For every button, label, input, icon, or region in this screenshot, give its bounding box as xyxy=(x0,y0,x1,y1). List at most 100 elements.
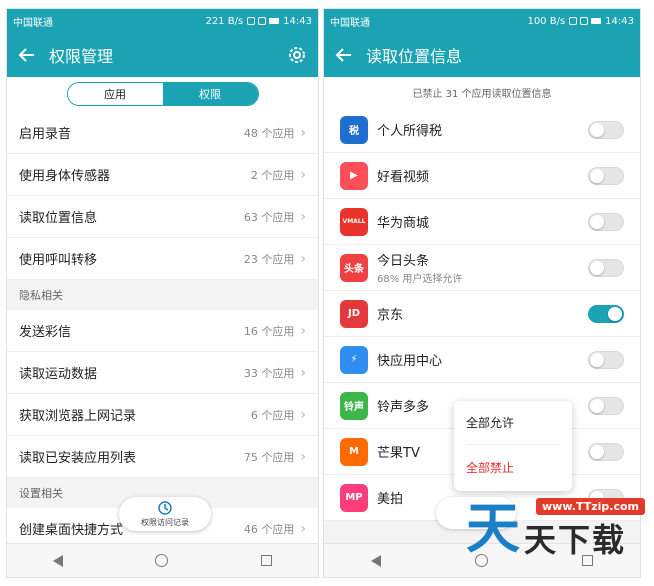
app-text: 快应用中心 xyxy=(377,350,588,369)
privacy-permission-list: 发送彩信 16 个应用 › 读取运动数据 33 个应用 › 获取浏览器上网记录 6 个应用 › 读… xyxy=(7,310,318,478)
permission-row[interactable]: 启用录音 48 个应用 › xyxy=(7,112,318,154)
nav-back-icon[interactable] xyxy=(53,554,64,567)
navigation-bar xyxy=(7,543,318,577)
app-permission-row: ▶ 好看视频 xyxy=(324,153,640,199)
page-title: 读取位置信息 xyxy=(366,47,463,66)
tab-permissions[interactable]: 权限 xyxy=(162,83,258,105)
app-bar: 权限管理 xyxy=(7,33,318,77)
location-toggle[interactable] xyxy=(588,166,624,185)
chevron-right-icon: › xyxy=(300,124,306,141)
access-history-button[interactable]: 权限访问记录 xyxy=(119,497,211,531)
permission-row[interactable]: 读取位置信息 63 个应用 › xyxy=(7,196,318,238)
chevron-right-icon: › xyxy=(300,364,306,381)
battery-icon xyxy=(591,18,602,24)
app-count: 2 个应用 xyxy=(250,168,295,182)
clock-time: 14:43 xyxy=(605,15,634,27)
permission-row[interactable]: 使用身体传感器 2 个应用 › xyxy=(7,154,318,196)
status-bar: 中国联通 100 B/s 14:43 xyxy=(324,9,640,33)
app-subtitle: 68% 用户选择允许 xyxy=(377,274,463,285)
toggle-knob xyxy=(590,168,604,183)
status-icons xyxy=(247,17,280,25)
watermark-url: www.TTzip.com xyxy=(536,498,645,515)
quickapp-app-icon: ⚡ xyxy=(340,345,368,374)
network-speed: 221 B/s xyxy=(205,15,244,27)
watermark-logo-text: 天下载 xyxy=(524,521,627,559)
blocked-summary: 已禁止 31 个应用读取位置信息 xyxy=(324,77,640,107)
wifi-icon xyxy=(580,17,589,25)
permission-label: 获取浏览器上网记录 xyxy=(19,409,137,424)
alarm-icon xyxy=(569,17,578,25)
chevron-right-icon: › xyxy=(300,250,306,267)
site-watermark: 天 天下载 www.TTzip.com xyxy=(466,492,645,574)
back-arrow-icon[interactable] xyxy=(332,43,356,67)
permission-label: 读取已安装应用列表 xyxy=(19,451,137,466)
location-toggle[interactable] xyxy=(588,212,624,231)
allow-all-menu-item[interactable]: 全部允许 xyxy=(466,401,560,445)
chevron-right-icon: › xyxy=(300,322,306,339)
permission-row[interactable]: 发送彩信 16 个应用 › xyxy=(7,310,318,352)
nav-home-icon[interactable] xyxy=(155,554,169,567)
bulk-action-menu: 全部允许 全部禁止 xyxy=(454,401,572,491)
permission-row[interactable]: 读取已安装应用列表 75 个应用 › xyxy=(7,436,318,478)
location-toggle[interactable] xyxy=(588,258,624,277)
carrier-label: 中国联通 xyxy=(13,17,53,29)
location-toggle[interactable] xyxy=(588,120,624,139)
status-icons xyxy=(569,17,602,25)
nav-recents-icon[interactable] xyxy=(260,555,272,566)
watermark-logo-glyph: 天 xyxy=(466,497,520,560)
app-count: 6 个应用 xyxy=(250,408,295,422)
app-permission-row: JD 京东 xyxy=(324,291,640,337)
segment-control-wrap: 应用 权限 xyxy=(7,77,318,112)
clock-icon xyxy=(158,500,172,515)
ringtone-app-icon: 铃声 xyxy=(340,391,368,420)
segment-control: 应用 权限 xyxy=(66,82,259,106)
permission-row[interactable]: 获取浏览器上网记录 6 个应用 › xyxy=(7,394,318,436)
app-text: 好看视频 xyxy=(377,166,588,185)
app-name: 好看视频 xyxy=(377,170,430,185)
chevron-right-icon: › xyxy=(300,520,306,537)
permission-label: 发送彩信 xyxy=(19,325,72,340)
permission-row[interactable]: 使用呼叫转移 23 个应用 › xyxy=(7,238,318,280)
app-name: 快应用中心 xyxy=(377,354,443,369)
location-toggle[interactable] xyxy=(588,304,624,323)
app-permission-row: 税个人所得税 xyxy=(324,107,640,153)
tab-apps[interactable]: 应用 xyxy=(67,83,163,105)
permission-row[interactable]: 读取运动数据 33 个应用 › xyxy=(7,352,318,394)
toggle-knob xyxy=(590,444,604,459)
app-text: 华为商城 xyxy=(377,212,588,231)
app-count: 23 个应用 xyxy=(243,252,295,266)
app-permission-row: VMALL 华为商城 xyxy=(324,199,640,245)
location-toggle[interactable] xyxy=(588,350,624,369)
carrier-label: 中国联通 xyxy=(330,17,370,29)
permission-manager-screen: 中国联通 221 B/s 14:43 权限管理 应用 权限 启用录音 48 个应用… xyxy=(6,8,319,578)
toggle-knob xyxy=(590,398,604,413)
alarm-icon xyxy=(247,17,256,25)
toggle-knob xyxy=(590,214,604,229)
app-name: 个人所得税 xyxy=(377,124,443,139)
permission-list: 启用录音 48 个应用 › 使用身体传感器 2 个应用 › 读取位置信息 63 个应用 › 使用呼… xyxy=(7,112,318,280)
app-text: 今日头条 68% 用户选择允许 xyxy=(377,250,588,285)
toutiao-app-icon: 头条 xyxy=(340,253,368,282)
app-count: 46 个应用 xyxy=(243,522,295,536)
permission-label: 启用录音 xyxy=(19,127,72,142)
chevron-right-icon: › xyxy=(300,166,306,183)
location-toggle[interactable] xyxy=(588,396,624,415)
tax-app-icon: 税 xyxy=(340,115,368,144)
permission-label: 读取运动数据 xyxy=(19,367,98,382)
clock-time: 14:43 xyxy=(283,15,312,27)
back-arrow-icon[interactable] xyxy=(15,43,39,67)
page-title: 权限管理 xyxy=(49,47,114,66)
status-bar: 中国联通 221 B/s 14:43 xyxy=(7,9,318,33)
haokan-app-icon: ▶ xyxy=(340,161,368,190)
app-bar: 读取位置信息 xyxy=(324,33,640,77)
nav-back-icon[interactable] xyxy=(371,554,381,567)
app-name: 今日头条 xyxy=(377,254,430,269)
chevron-right-icon: › xyxy=(300,406,306,423)
deny-all-menu-item[interactable]: 全部禁止 xyxy=(466,445,560,489)
section-header-privacy: 隐私相关 xyxy=(7,280,318,310)
gear-icon[interactable] xyxy=(284,42,310,68)
location-toggle[interactable] xyxy=(588,442,624,461)
chevron-right-icon: › xyxy=(300,448,306,465)
network-speed: 100 B/s xyxy=(527,15,566,27)
app-permission-row: ⚡ 快应用中心 xyxy=(324,337,640,383)
